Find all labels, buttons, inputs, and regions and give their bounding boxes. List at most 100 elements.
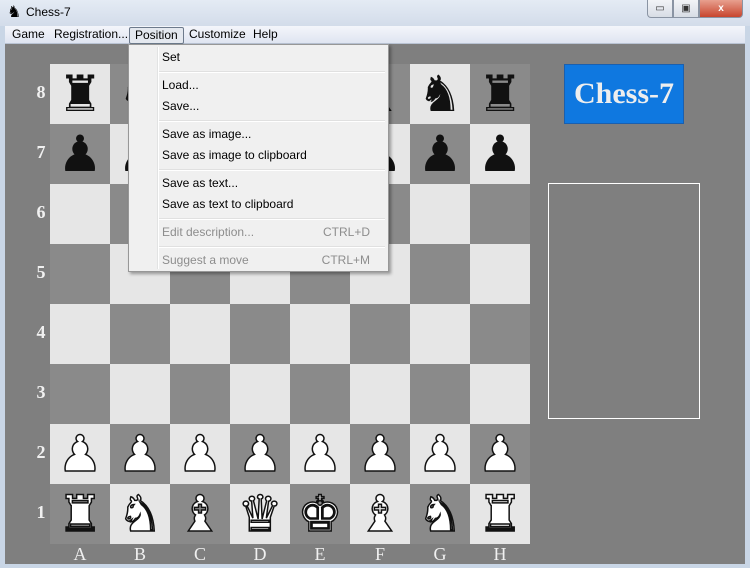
menu-game[interactable]: Game (7, 27, 50, 44)
menu-item-save-as-image-to-clipboard[interactable]: Save as image to clipboard (162, 145, 384, 165)
menu-item-set[interactable]: Set (162, 47, 384, 67)
white-rook-icon[interactable]: ♜ (477, 484, 523, 544)
square-h2[interactable]: ♟ (470, 424, 530, 484)
square-h4[interactable] (470, 304, 530, 364)
file-label: H (493, 544, 507, 564)
black-pawn-icon[interactable]: ♟ (418, 124, 463, 184)
white-rook-icon[interactable]: ♜ (57, 484, 103, 544)
white-bishop-icon[interactable]: ♝ (177, 484, 223, 544)
minimize-button[interactable]: ▭ (647, 0, 673, 18)
square-d1[interactable]: ♛ (230, 484, 290, 544)
square-g5[interactable] (410, 244, 470, 304)
square-a7[interactable]: ♟ (50, 124, 110, 184)
black-pawn-icon[interactable]: ♟ (478, 124, 523, 184)
title-bar: ♞ Chess-7 ▭ ▣ x (0, 0, 750, 26)
square-b3[interactable] (110, 364, 170, 424)
square-b2[interactable]: ♟ (110, 424, 170, 484)
square-f4[interactable] (350, 304, 410, 364)
white-pawn-icon[interactable]: ♟ (477, 424, 523, 484)
black-rook-icon[interactable]: ♜ (58, 64, 103, 124)
square-a1[interactable]: ♜ (50, 484, 110, 544)
square-c3[interactable] (170, 364, 230, 424)
menu-registration[interactable]: Registration... (49, 27, 133, 44)
rank-label: 5 (36, 262, 46, 282)
square-g1[interactable]: ♞ (410, 484, 470, 544)
white-bishop-icon[interactable]: ♝ (357, 484, 403, 544)
square-g2[interactable]: ♟ (410, 424, 470, 484)
file-label: F (374, 544, 385, 564)
square-e1[interactable]: ♚ (290, 484, 350, 544)
rank-label: 2 (36, 442, 46, 462)
square-d4[interactable] (230, 304, 290, 364)
white-pawn-icon[interactable]: ♟ (117, 424, 163, 484)
menu-item-save-as-text[interactable]: Save as text... (162, 173, 384, 193)
rank-label: 7 (36, 142, 46, 162)
square-g8[interactable]: ♞ (410, 64, 470, 124)
square-e4[interactable] (290, 304, 350, 364)
square-g6[interactable] (410, 184, 470, 244)
white-knight-icon[interactable]: ♞ (117, 484, 163, 544)
white-pawn-icon[interactable]: ♟ (417, 424, 463, 484)
square-c4[interactable] (170, 304, 230, 364)
square-g3[interactable] (410, 364, 470, 424)
menu-item-save-as-image[interactable]: Save as image... (162, 124, 384, 144)
white-pawn-icon[interactable]: ♟ (357, 424, 403, 484)
rank-label: 8 (36, 82, 46, 102)
square-g4[interactable] (410, 304, 470, 364)
square-d3[interactable] (230, 364, 290, 424)
file-label: E (314, 544, 326, 564)
white-pawn-icon[interactable]: ♟ (237, 424, 283, 484)
menu-customize[interactable]: Customize (184, 27, 251, 44)
square-c1[interactable]: ♝ (170, 484, 230, 544)
square-f1[interactable]: ♝ (350, 484, 410, 544)
square-f3[interactable] (350, 364, 410, 424)
menu-item-label: Suggest a move (162, 253, 249, 267)
square-h1[interactable]: ♜ (470, 484, 530, 544)
square-a4[interactable] (50, 304, 110, 364)
rank-label: 4 (36, 322, 46, 342)
window-title: Chess-7 (26, 5, 71, 19)
square-h5[interactable] (470, 244, 530, 304)
square-g7[interactable]: ♟ (410, 124, 470, 184)
square-a2[interactable]: ♟ (50, 424, 110, 484)
file-label: A (73, 544, 87, 564)
square-a3[interactable] (50, 364, 110, 424)
square-d2[interactable]: ♟ (230, 424, 290, 484)
menu-position[interactable]: Position (129, 27, 184, 44)
white-knight-icon[interactable]: ♞ (417, 484, 463, 544)
square-h8[interactable]: ♜ (470, 64, 530, 124)
menu-help[interactable]: Help (248, 27, 283, 44)
close-button[interactable]: x (699, 0, 743, 18)
square-f2[interactable]: ♟ (350, 424, 410, 484)
menu-item-save[interactable]: Save... (162, 96, 384, 116)
rank-label: 1 (36, 502, 46, 522)
menu-item-shortcut: CTRL+D (322, 225, 370, 239)
black-rook-icon[interactable]: ♜ (478, 64, 523, 124)
maximize-button[interactable]: ▣ (673, 0, 699, 18)
menu-separator (159, 71, 385, 73)
white-pawn-icon[interactable]: ♟ (297, 424, 343, 484)
square-a6[interactable] (50, 184, 110, 244)
white-queen-icon[interactable]: ♛ (237, 484, 283, 544)
menu-bar: Game Registration... Position Customize … (5, 26, 745, 44)
square-a5[interactable] (50, 244, 110, 304)
square-h6[interactable] (470, 184, 530, 244)
square-h3[interactable] (470, 364, 530, 424)
menu-item-load[interactable]: Load... (162, 75, 384, 95)
square-c2[interactable]: ♟ (170, 424, 230, 484)
menu-item-shortcut: CTRL+M (321, 253, 370, 267)
square-b4[interactable] (110, 304, 170, 364)
menu-separator (159, 169, 385, 171)
white-pawn-icon[interactable]: ♟ (177, 424, 223, 484)
white-pawn-icon[interactable]: ♟ (57, 424, 103, 484)
white-king-icon[interactable]: ♚ (297, 484, 343, 544)
black-pawn-icon[interactable]: ♟ (58, 124, 103, 184)
menu-item-save-as-text-to-clipboard[interactable]: Save as text to clipboard (162, 194, 384, 214)
square-a8[interactable]: ♜ (50, 64, 110, 124)
black-knight-icon[interactable]: ♞ (418, 64, 463, 124)
square-h7[interactable]: ♟ (470, 124, 530, 184)
rank-label: 6 (36, 202, 46, 222)
square-b1[interactable]: ♞ (110, 484, 170, 544)
square-e2[interactable]: ♟ (290, 424, 350, 484)
square-e3[interactable] (290, 364, 350, 424)
